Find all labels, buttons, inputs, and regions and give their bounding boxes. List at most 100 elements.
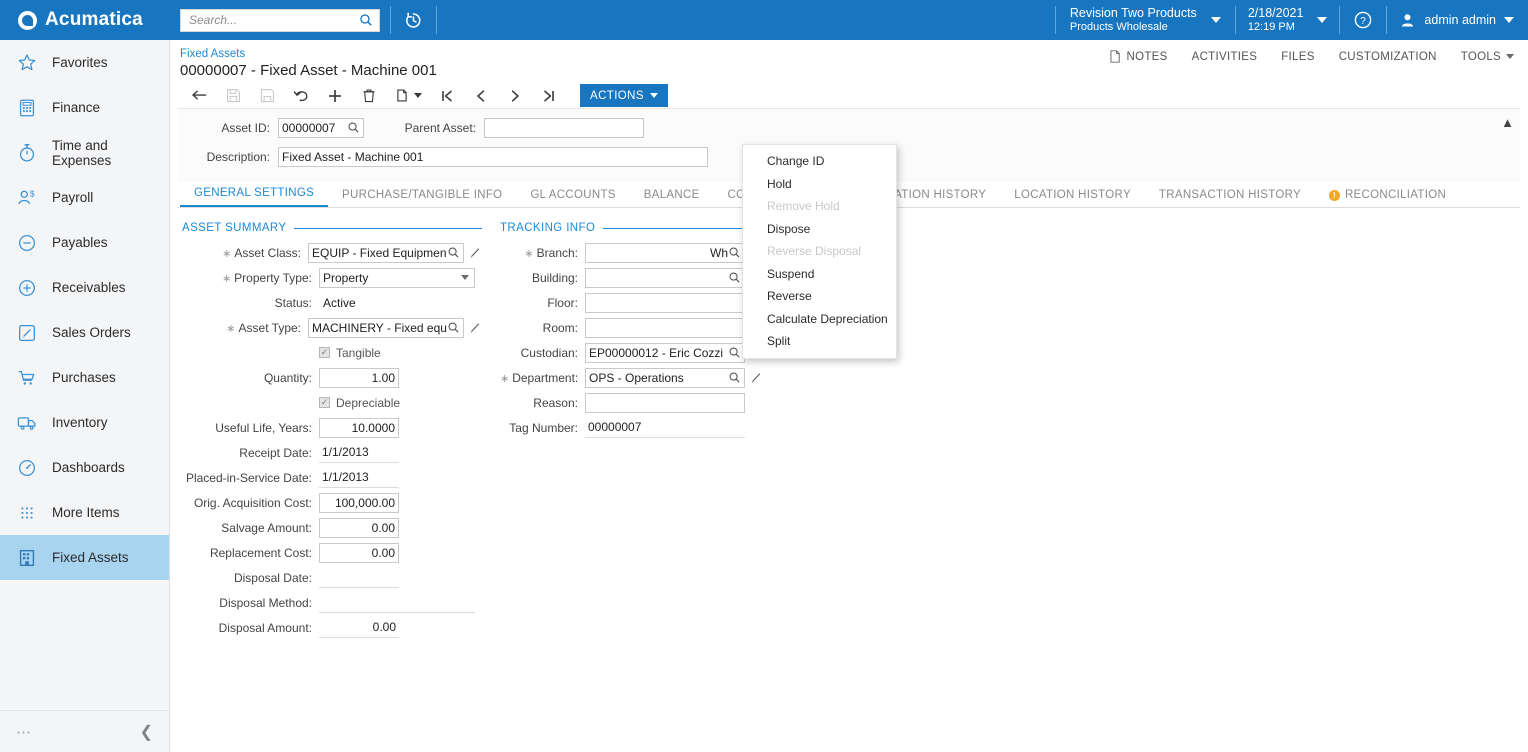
person-dollar-icon: $ (18, 188, 35, 204)
delete-button[interactable] (352, 84, 386, 108)
lookup-icon[interactable] (728, 346, 741, 359)
sidebar-item-inventory[interactable]: Inventory (0, 400, 169, 445)
company-selector[interactable]: Revision Two Products Products Wholesale (1056, 0, 1235, 40)
salvage-amount-field[interactable]: 0.00 (319, 517, 399, 538)
chevron-left-icon[interactable]: ❮ (140, 722, 153, 742)
reason-label: Reason: (533, 395, 578, 410)
menu-item-change-id[interactable]: Change ID (743, 150, 896, 173)
orig-acquisition-cost-value: 100,000.00 (334, 495, 395, 510)
files-link[interactable]: FILES (1281, 51, 1314, 63)
tab-reconciliation[interactable]: ! RECONCILIATION (1315, 189, 1460, 207)
asset-type-field[interactable]: MACHINERY - Fixed equipme (308, 317, 464, 338)
building-field[interactable] (585, 267, 745, 288)
ellipsis-icon[interactable]: ⋯ (16, 723, 32, 741)
edit-pencil-icon[interactable] (469, 246, 482, 259)
menu-item-label: Reverse Disposal (767, 244, 862, 259)
lookup-icon[interactable] (447, 246, 460, 259)
recent-history-button[interactable] (391, 0, 436, 40)
customization-link[interactable]: CUSTOMIZATION (1339, 51, 1437, 63)
room-field[interactable] (585, 317, 745, 338)
copy-paste-button[interactable] (386, 84, 430, 108)
branch-field[interactable]: Wh (585, 242, 745, 263)
lookup-icon[interactable] (728, 271, 741, 284)
asset-class-field[interactable]: EQUIP - Fixed Equipment and (308, 242, 464, 263)
previous-record-button[interactable] (464, 84, 498, 108)
menu-item-hold[interactable]: Hold (743, 173, 896, 196)
tab-purchase-tangible-info[interactable]: PURCHASE/TANGIBLE INFO (328, 189, 516, 207)
receipt-date-label: Receipt Date: (239, 445, 312, 460)
first-record-button[interactable] (430, 84, 464, 108)
useful-life-field[interactable]: 10.0000 (319, 417, 399, 438)
building-label: Building: (531, 270, 578, 285)
brand-logo-area[interactable]: Acumatica (0, 0, 170, 40)
sidebar-item-receivables[interactable]: Receivables (0, 265, 169, 310)
next-record-button[interactable] (498, 84, 532, 108)
status-label: Status: (274, 295, 312, 310)
menu-item-suspend[interactable]: Suspend (743, 263, 896, 286)
page-header-links: NOTES ACTIVITIES FILES CUSTOMIZATION TOO… (1109, 50, 1514, 63)
tab-gl-accounts[interactable]: GL ACCOUNTS (516, 189, 629, 207)
replacement-cost-field[interactable]: 0.00 (319, 542, 399, 563)
tab-transaction-history[interactable]: TRANSACTION HISTORY (1145, 189, 1315, 207)
add-new-record-button[interactable] (318, 84, 352, 108)
disposal-date-field (319, 568, 399, 588)
lookup-icon[interactable] (728, 246, 741, 259)
search-box[interactable] (180, 8, 380, 32)
lookup-icon[interactable] (347, 121, 360, 134)
edit-pencil-icon[interactable] (469, 321, 482, 334)
menu-item-reverse[interactable]: Reverse (743, 285, 896, 308)
menu-item-calculate-depreciation[interactable]: Calculate Depreciation (743, 308, 896, 331)
sidebar-item-sales-orders[interactable]: Sales Orders (0, 310, 169, 355)
tangible-checkbox[interactable]: ✓ Tangible (319, 346, 381, 360)
search-icon[interactable] (359, 13, 373, 27)
sidebar-item-fixed-assets[interactable]: Fixed Assets (0, 535, 169, 580)
sidebar-item-purchases[interactable]: Purchases (0, 355, 169, 400)
acumatica-logo-icon (18, 10, 37, 30)
plus-icon (329, 89, 341, 102)
activities-link[interactable]: ACTIVITIES (1192, 51, 1258, 63)
search-input[interactable] (187, 12, 359, 28)
sidebar-item-time-and-expenses[interactable]: Time and Expenses (0, 130, 169, 175)
notes-link[interactable]: NOTES (1109, 50, 1167, 63)
sidebar-item-payables[interactable]: Payables (0, 220, 169, 265)
first-icon (442, 90, 452, 101)
menu-item-dispose[interactable]: Dispose (743, 218, 896, 241)
menu-item-split[interactable]: Split (743, 330, 896, 353)
description-field[interactable]: Fixed Asset - Machine 001 (278, 146, 708, 167)
back-button[interactable] (182, 84, 216, 108)
stopwatch-icon (19, 143, 35, 162)
company-name: Revision Two Products (1069, 6, 1197, 20)
orig-acquisition-cost-field[interactable]: 100,000.00 (319, 492, 399, 513)
user-menu[interactable]: admin admin (1387, 0, 1528, 40)
department-field[interactable]: OPS - Operations (585, 367, 745, 388)
help-button[interactable]: ? (1340, 0, 1386, 40)
parent-asset-label: Parent Asset: (404, 120, 476, 135)
sidebar-item-finance[interactable]: Finance (0, 85, 169, 130)
undo-button[interactable] (284, 84, 318, 108)
sidebar-item-payroll[interactable]: $ Payroll (0, 175, 169, 220)
tab-location-history[interactable]: LOCATION HISTORY (1000, 189, 1145, 207)
last-record-button[interactable] (532, 84, 566, 108)
lookup-icon[interactable] (447, 321, 460, 334)
tab-balance[interactable]: BALANCE (630, 189, 714, 207)
custodian-field[interactable]: EP00000012 - Eric Cozzi (585, 342, 745, 363)
actions-button[interactable]: ACTIONS (580, 84, 668, 107)
sidebar-item-more-items[interactable]: More Items (0, 490, 169, 535)
caret-down-icon (649, 93, 658, 98)
quantity-field[interactable]: 1.00 (319, 367, 399, 388)
parent-asset-field[interactable] (484, 117, 644, 138)
floor-field[interactable] (585, 292, 745, 313)
reason-field[interactable] (585, 392, 745, 413)
sidebar-item-favorites[interactable]: Favorites (0, 40, 169, 85)
edit-pencil-icon[interactable] (750, 371, 763, 384)
business-date-selector[interactable]: 2/18/2021 12:19 PM (1236, 0, 1340, 40)
tools-link[interactable]: TOOLS (1461, 51, 1514, 63)
sidebar-item-label: Finance (52, 100, 101, 115)
lookup-icon[interactable] (728, 371, 741, 384)
property-type-select[interactable]: Property (319, 267, 475, 288)
sidebar-item-dashboards[interactable]: Dashboards (0, 445, 169, 490)
depreciable-checkbox[interactable]: ✓ Depreciable (319, 396, 400, 410)
asset-id-field[interactable]: 00000007 (278, 117, 364, 138)
collapse-form-icon[interactable]: ▲ (1501, 115, 1514, 130)
tab-general-settings[interactable]: GENERAL SETTINGS (180, 187, 329, 207)
